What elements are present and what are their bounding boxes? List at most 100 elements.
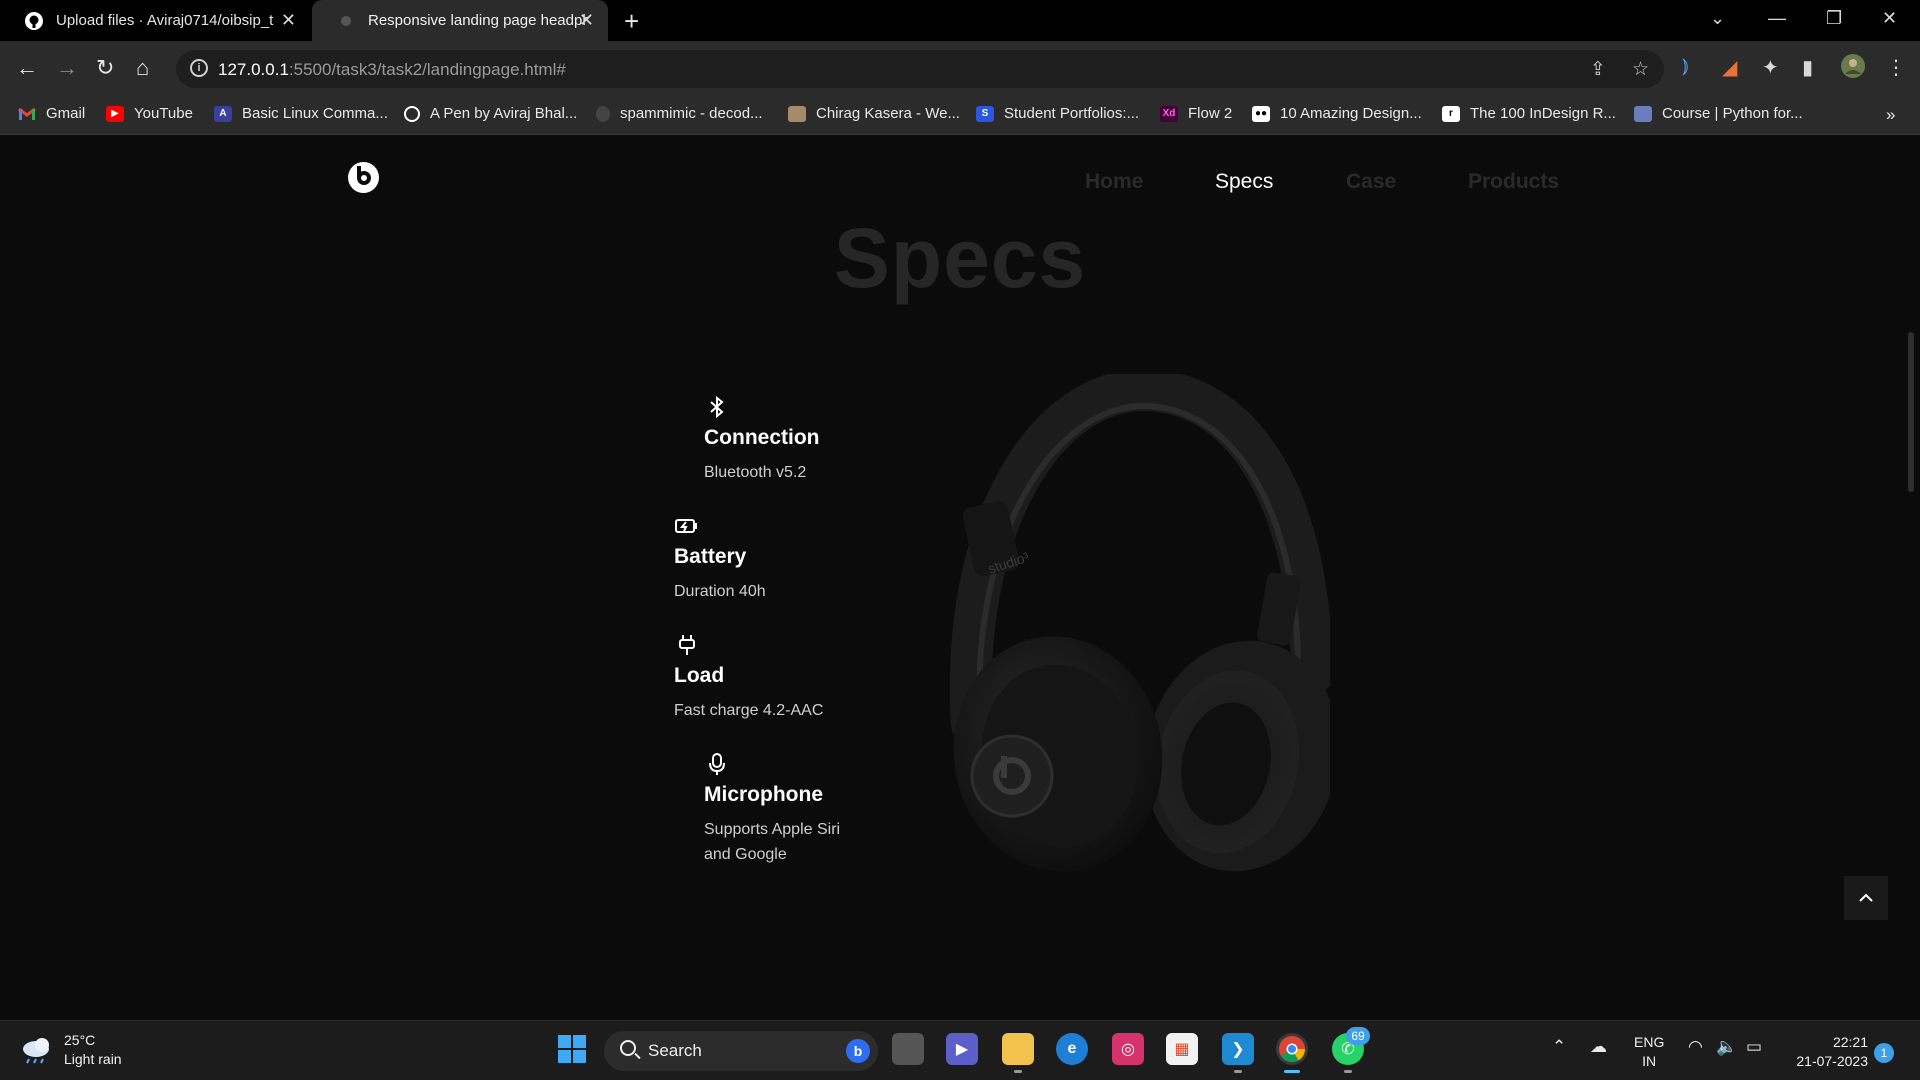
- reload-button[interactable]: ↻: [96, 55, 114, 81]
- bookmark-indesign[interactable]: r The 100 InDesign R...: [1442, 105, 1616, 122]
- nav-products[interactable]: Products: [1468, 170, 1559, 194]
- bookmark-icon: A: [214, 105, 232, 122]
- spec-title: Load: [674, 664, 725, 687]
- bookmark-flow2[interactable]: Xd Flow 2: [1160, 105, 1232, 122]
- gmail-icon: [18, 106, 36, 122]
- bookmark-gmail[interactable]: Gmail: [18, 105, 85, 122]
- edge-icon[interactable]: e: [1056, 1033, 1088, 1065]
- site-info-icon[interactable]: i: [190, 59, 208, 77]
- vscode-icon[interactable]: ❯: [1222, 1033, 1254, 1073]
- bookmark-star-icon[interactable]: ☆: [1632, 58, 1649, 81]
- nav-specs[interactable]: Specs: [1215, 170, 1273, 194]
- spec-description: Supports Apple Siri and Google: [704, 821, 841, 863]
- spec-description: Fast charge 4.2-AAC: [674, 702, 824, 719]
- bookmark-spammimic[interactable]: spammimic - decod...: [596, 105, 763, 122]
- tab-search-icon[interactable]: ⌄: [1710, 8, 1725, 29]
- task-view-icon[interactable]: [892, 1033, 924, 1065]
- show-hidden-icons[interactable]: ⌃: [1552, 1037, 1566, 1057]
- taskbar-search[interactable]: Search b: [604, 1031, 878, 1071]
- start-button[interactable]: [556, 1033, 588, 1065]
- spec-description: Bluetooth v5.2: [704, 464, 807, 481]
- github-icon: [24, 11, 44, 31]
- extension-icon[interactable]: ◢: [1722, 55, 1737, 80]
- plug-icon: [674, 632, 700, 658]
- landing-page: Home Specs Case Products Specs Connectio…: [0, 136, 1920, 1020]
- extensions-puzzle-icon[interactable]: ✦: [1762, 55, 1779, 80]
- teams-chat-icon[interactable]: ▶: [946, 1033, 978, 1065]
- youtube-icon: ▶: [106, 105, 124, 122]
- tab-title: Responsive landing page headph: [368, 12, 588, 29]
- page-favicon: [336, 11, 356, 31]
- spec-title: Connection: [704, 426, 820, 449]
- tab-title: Upload files · Aviraj0714/oibsip_t: [56, 12, 274, 29]
- bookmark-icon: [1634, 105, 1652, 122]
- wifi-icon[interactable]: ◠: [1688, 1037, 1703, 1057]
- rain-cloud-icon: [23, 1038, 49, 1064]
- windows-taskbar: 25°C Light rain Search b ▶ e ◎ ▦ ❯ ✆ 69 …: [0, 1020, 1920, 1080]
- back-button[interactable]: ←: [16, 55, 38, 81]
- spec-description: Duration 40h: [674, 583, 766, 600]
- date: 21-07-2023: [1796, 1053, 1868, 1069]
- onedrive-icon[interactable]: ☁: [1590, 1037, 1607, 1057]
- bookmark-amazing-design[interactable]: ●● 10 Amazing Design...: [1252, 105, 1422, 122]
- spec-connection: Connection Bluetooth v5.2: [704, 394, 820, 485]
- nav-case[interactable]: Case: [1346, 170, 1396, 194]
- language-indicator[interactable]: ENG IN: [1634, 1033, 1664, 1071]
- bing-icon[interactable]: b: [846, 1039, 870, 1063]
- page-scrollbar[interactable]: [1908, 332, 1914, 492]
- new-tab-button[interactable]: +: [624, 6, 639, 37]
- scroll-to-top-button[interactable]: [1844, 876, 1888, 920]
- close-window-button[interactable]: ✕: [1882, 8, 1897, 29]
- spec-title: Microphone: [704, 783, 823, 806]
- minimize-button[interactable]: —: [1768, 8, 1786, 29]
- search-label: Search: [648, 1041, 702, 1060]
- codepen-icon: [404, 105, 420, 122]
- tab-landing-page[interactable]: Responsive landing page headph ✕: [312, 0, 608, 41]
- share-icon[interactable]: ⇪: [1590, 58, 1606, 81]
- profile-avatar[interactable]: [1840, 53, 1866, 85]
- instagram-icon[interactable]: ◎: [1112, 1033, 1144, 1065]
- battery-tray-icon[interactable]: ▭: [1746, 1037, 1762, 1057]
- side-panel-icon[interactable]: ▮: [1802, 55, 1813, 80]
- close-tab-icon[interactable]: ✕: [579, 10, 594, 31]
- spec-microphone: Microphone Supports Apple Siri and Googl…: [704, 751, 840, 867]
- browser-tab-bar: Upload files · Aviraj0714/oibsip_t ✕ Res…: [0, 0, 1920, 41]
- file-explorer-icon[interactable]: [1002, 1033, 1034, 1073]
- search-icon: [620, 1040, 636, 1056]
- volume-icon[interactable]: 🔈: [1716, 1037, 1737, 1057]
- notification-badge[interactable]: 1: [1874, 1043, 1894, 1063]
- medium-icon: ●●: [1252, 105, 1270, 122]
- microsoft-store-icon[interactable]: ▦: [1166, 1033, 1198, 1065]
- bookmark-youtube[interactable]: ▶ YouTube: [106, 105, 193, 122]
- spec-battery: Battery Duration 40h: [674, 513, 766, 604]
- clock[interactable]: 22:21 21-07-2023: [1786, 1033, 1868, 1071]
- browser-toolbar: ← → ↻ ⌂ i 127.0.0.1:5500/task3/task2/lan…: [0, 41, 1920, 97]
- menu-kebab-icon[interactable]: ⋮: [1886, 55, 1906, 80]
- weather-widget[interactable]: 25°C Light rain: [20, 1031, 122, 1069]
- forward-button[interactable]: →: [56, 55, 78, 81]
- spec-title: Battery: [674, 545, 747, 568]
- bookmark-student-portfolios[interactable]: S Student Portfolios:...: [976, 105, 1139, 122]
- section-heading: Specs: [833, 211, 1087, 305]
- weather-condition: Light rain: [64, 1051, 122, 1067]
- bookmark-icon: [788, 105, 806, 122]
- bookmark-linux[interactable]: A Basic Linux Comma...: [214, 105, 388, 122]
- extension-audio-icon[interactable]: ⦆: [1682, 55, 1689, 78]
- bookmark-python-course[interactable]: Course | Python for...: [1634, 105, 1803, 122]
- bookmark-codepen[interactable]: A Pen by Aviraj Bhal...: [404, 105, 577, 122]
- spec-load: Load Fast charge 4.2-AAC: [674, 632, 823, 723]
- more-bookmarks-icon[interactable]: »: [1886, 105, 1895, 125]
- address-bar[interactable]: i 127.0.0.1:5500/task3/task2/landingpage…: [176, 50, 1664, 88]
- bookmark-icon: [596, 105, 610, 122]
- xd-icon: Xd: [1160, 105, 1178, 122]
- nav-home[interactable]: Home: [1085, 170, 1143, 194]
- chrome-icon[interactable]: [1276, 1033, 1308, 1073]
- bookmark-chirag[interactable]: Chirag Kasera - We...: [788, 105, 960, 122]
- tab-upload-files[interactable]: Upload files · Aviraj0714/oibsip_t ✕: [0, 0, 310, 41]
- beats-logo[interactable]: [348, 162, 379, 193]
- bookmarks-bar: Gmail ▶ YouTube A Basic Linux Comma... A…: [0, 97, 1920, 135]
- home-button[interactable]: ⌂: [136, 55, 149, 81]
- close-tab-icon[interactable]: ✕: [281, 10, 296, 31]
- url-text[interactable]: 127.0.0.1:5500/task3/task2/landingpage.h…: [218, 60, 566, 80]
- restore-button[interactable]: ❐: [1826, 8, 1842, 29]
